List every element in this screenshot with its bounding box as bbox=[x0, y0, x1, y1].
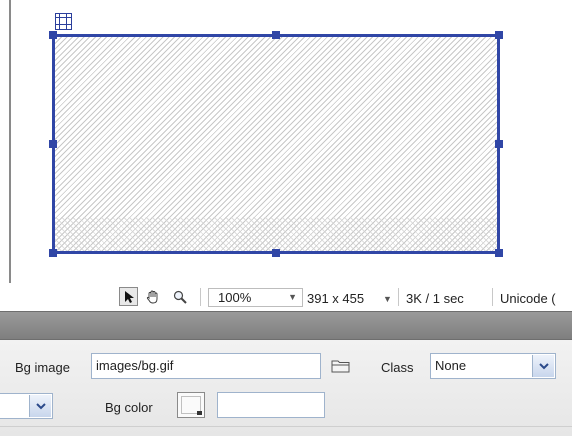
resize-handle-bottom[interactable] bbox=[272, 249, 280, 257]
status-bar: 100% ▼ 391 x 455 ▼ 3K / 1 sec Unicode ( bbox=[0, 283, 572, 311]
download-size-value: 3K / 1 sec bbox=[406, 291, 464, 306]
class-select-value: None bbox=[435, 358, 467, 373]
resize-handle-left[interactable] bbox=[49, 140, 57, 148]
hand-tool-button[interactable] bbox=[143, 287, 162, 306]
folder-icon bbox=[331, 360, 350, 373]
select-tool-button[interactable] bbox=[119, 287, 138, 306]
class-select[interactable]: None bbox=[430, 353, 556, 379]
bg-color-label: Bg color bbox=[105, 400, 153, 415]
status-separator bbox=[398, 288, 399, 306]
left-select-dropdown-button[interactable] bbox=[29, 395, 51, 417]
resize-handle-bottom-left[interactable] bbox=[49, 249, 57, 257]
status-separator bbox=[200, 288, 201, 306]
window-size-value[interactable]: 391 x 455 bbox=[307, 291, 364, 306]
chevron-down-icon: ▼ bbox=[288, 292, 297, 302]
panel-bottom-divider bbox=[0, 426, 572, 427]
chevron-down-icon bbox=[35, 402, 46, 409]
resize-handle-top-left[interactable] bbox=[49, 31, 57, 39]
browse-folder-button[interactable] bbox=[330, 356, 352, 376]
properties-panel-header[interactable] bbox=[0, 311, 572, 340]
pointer-icon bbox=[124, 290, 134, 303]
bg-image-label: Bg image bbox=[15, 360, 70, 375]
encoding-value: Unicode ( bbox=[500, 291, 556, 306]
table-lower-region bbox=[55, 217, 497, 251]
bg-color-swatch[interactable] bbox=[177, 392, 205, 418]
status-separator bbox=[492, 288, 493, 306]
table-icon[interactable] bbox=[55, 13, 72, 30]
bg-color-field[interactable] bbox=[217, 392, 325, 418]
hand-icon bbox=[146, 290, 157, 303]
resize-handle-bottom-right[interactable] bbox=[495, 249, 503, 257]
zoom-icon bbox=[173, 290, 187, 304]
design-canvas[interactable] bbox=[0, 0, 572, 283]
swatch-corner-arrow bbox=[197, 411, 202, 415]
bg-image-field[interactable]: images/bg.gif bbox=[91, 353, 321, 379]
class-label: Class bbox=[381, 360, 414, 375]
zoom-tool-button[interactable] bbox=[170, 287, 189, 306]
resize-handle-right[interactable] bbox=[495, 140, 503, 148]
canvas-left-border bbox=[9, 0, 11, 283]
resize-handle-top-right[interactable] bbox=[495, 31, 503, 39]
zoom-select[interactable]: 100% ▼ bbox=[208, 288, 303, 307]
selected-table[interactable] bbox=[52, 34, 500, 254]
zoom-value: 100% bbox=[218, 290, 252, 305]
left-select[interactable] bbox=[0, 393, 53, 419]
chevron-down-icon bbox=[538, 362, 549, 369]
chevron-down-icon[interactable]: ▼ bbox=[383, 294, 392, 304]
class-select-dropdown-button[interactable] bbox=[532, 355, 554, 377]
resize-handle-top[interactable] bbox=[272, 31, 280, 39]
